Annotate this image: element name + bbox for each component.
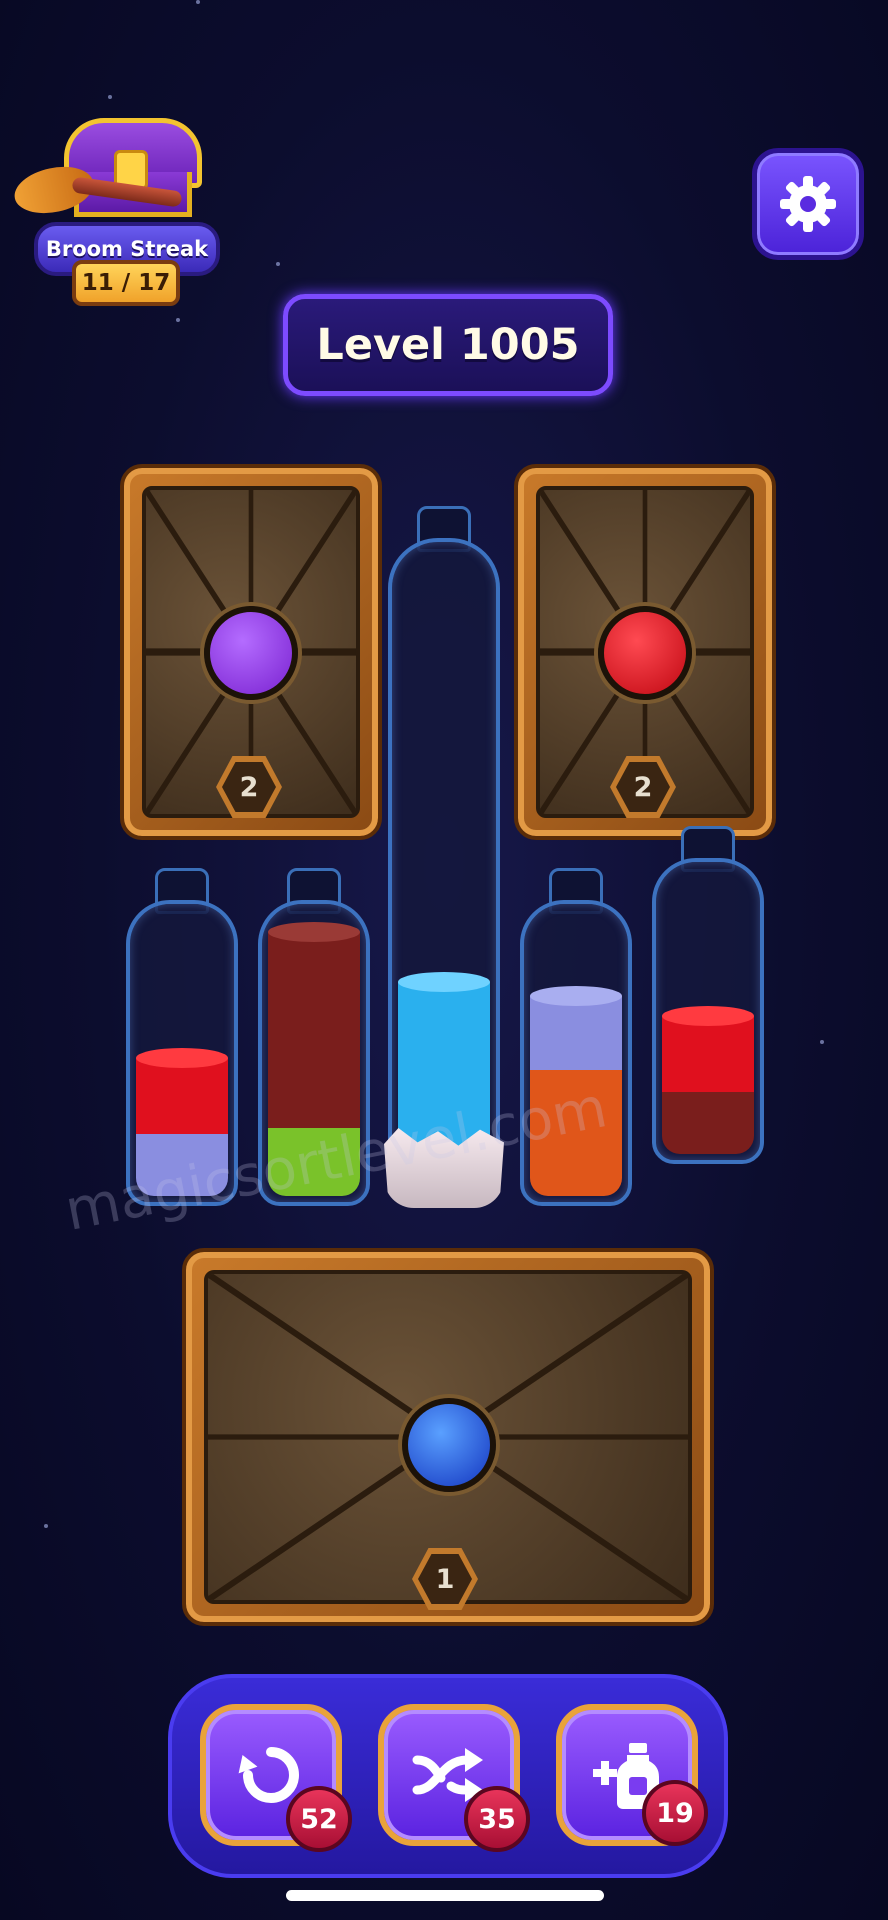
streak-count: 11 / 17 bbox=[72, 260, 180, 306]
broom-streak-badge[interactable]: Broom Streak 11 / 17 bbox=[10, 110, 220, 306]
liquid-layer bbox=[530, 986, 622, 1070]
red-lock-icon bbox=[598, 606, 692, 700]
bottle-glass bbox=[520, 900, 632, 1206]
bottle-tall[interactable] bbox=[388, 506, 500, 1188]
settings-button[interactable] bbox=[752, 148, 864, 260]
bottle-4[interactable] bbox=[520, 868, 632, 1206]
locked-crate-top-right[interactable]: 2 bbox=[514, 464, 776, 840]
home-indicator[interactable] bbox=[286, 1890, 604, 1901]
liquid-layer bbox=[662, 1006, 754, 1092]
liquid-layer bbox=[662, 1092, 754, 1154]
level-title: Level 1005 bbox=[283, 294, 613, 396]
bottle-5[interactable] bbox=[652, 826, 764, 1164]
gear-icon bbox=[780, 176, 836, 232]
crate-counter-number: 2 bbox=[616, 762, 670, 812]
crate-counter-number: 2 bbox=[222, 762, 276, 812]
shuffle-count: 35 bbox=[464, 1786, 530, 1852]
purple-lock-icon bbox=[204, 606, 298, 700]
crate-counter-number: 1 bbox=[418, 1554, 472, 1604]
undo-count: 52 bbox=[286, 1786, 352, 1852]
bottle-glass bbox=[388, 538, 500, 1188]
locked-crate-bottom[interactable]: 1 bbox=[182, 1248, 714, 1626]
locked-crate-top-left[interactable]: 2 bbox=[120, 464, 382, 840]
powerup-bar: 52 35 19 bbox=[168, 1674, 728, 1878]
liquid-layer bbox=[268, 922, 360, 1128]
bottle-glass bbox=[652, 858, 764, 1164]
liquid-layer bbox=[136, 1048, 228, 1134]
add-bottle-count: 19 bbox=[642, 1780, 708, 1846]
blue-lock-icon bbox=[402, 1398, 496, 1492]
